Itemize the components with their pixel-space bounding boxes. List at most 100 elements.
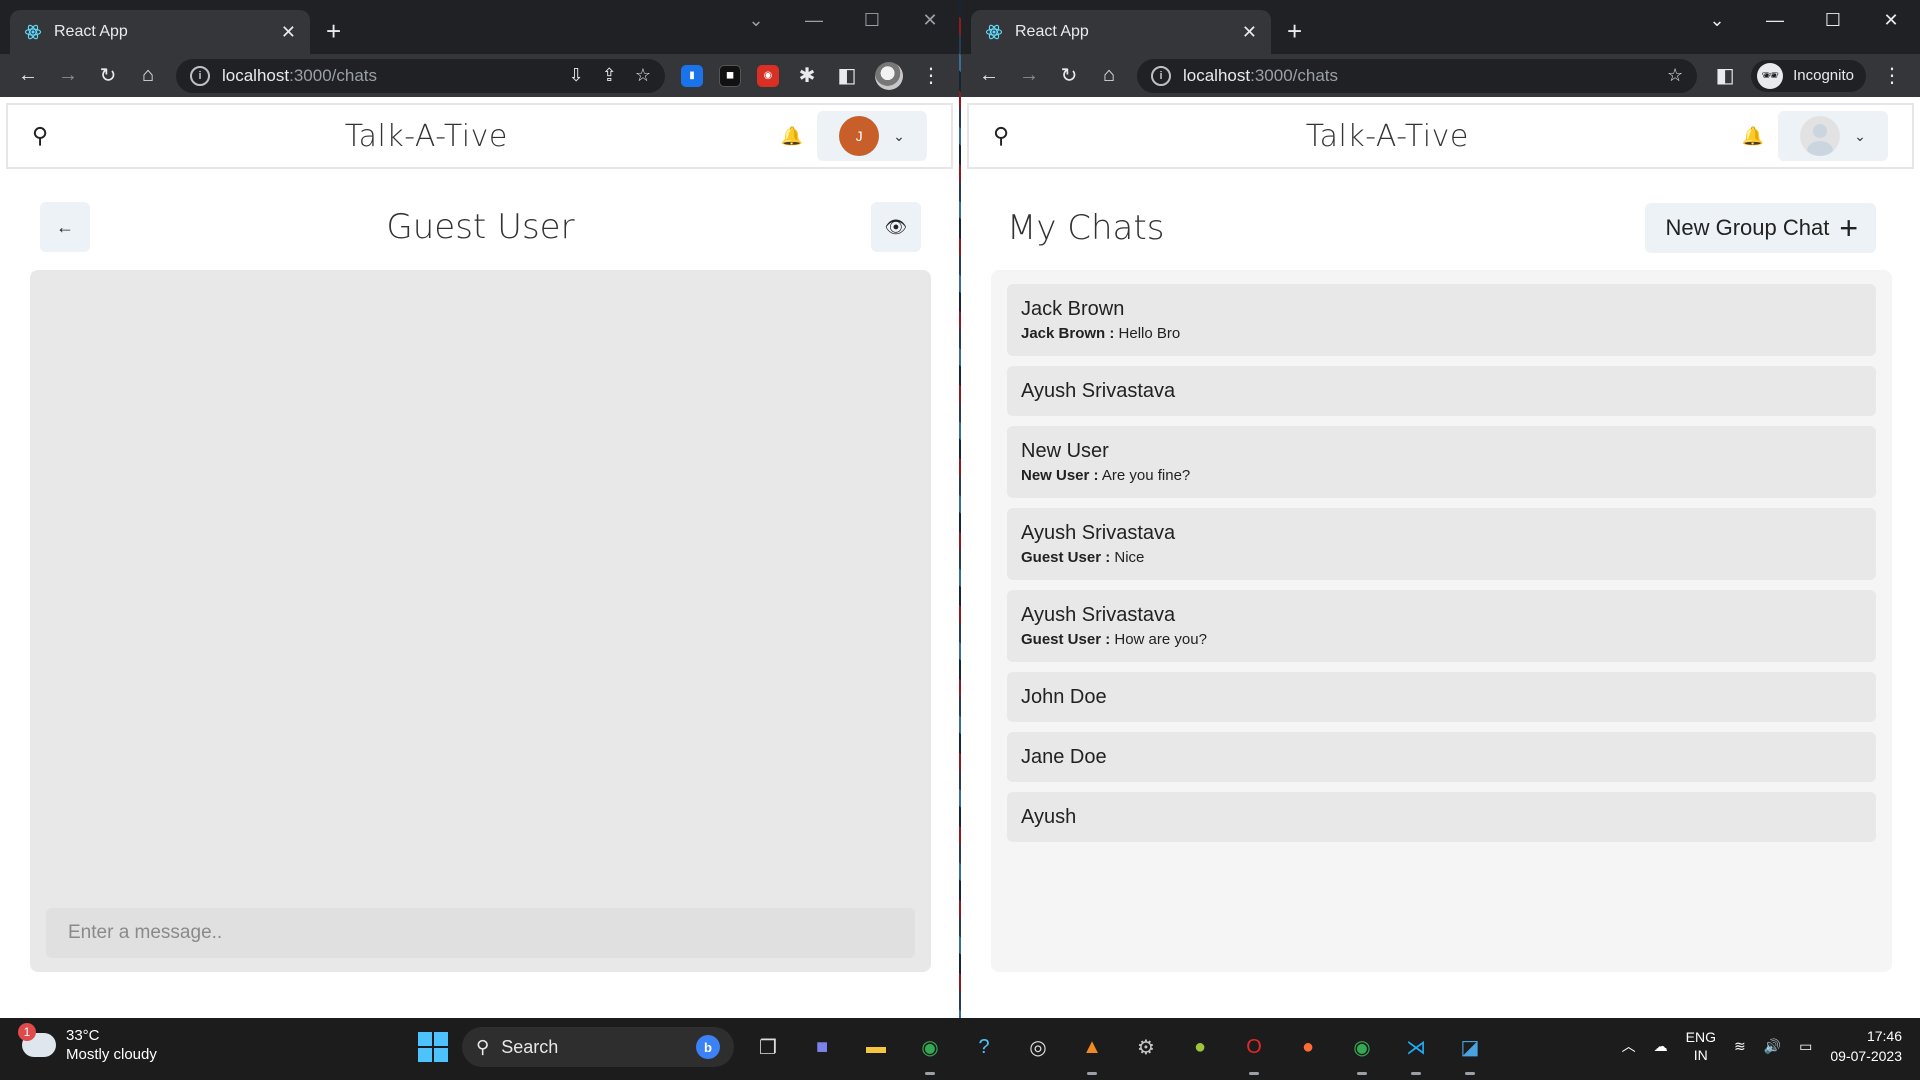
vlc-icon[interactable]: ▲ <box>1072 1027 1112 1075</box>
task-view-icon[interactable]: ❐ <box>748 1027 788 1067</box>
notification-bell-icon[interactable]: 🔔 <box>781 126 803 147</box>
new-tab-icon[interactable]: + <box>1287 18 1302 44</box>
new-group-chat-button[interactable]: New Group Chat + <box>1645 203 1876 253</box>
back-icon[interactable]: ← <box>8 59 48 93</box>
minimize-icon[interactable]: — <box>785 0 843 40</box>
profile-menu-button[interactable]: J ⌄ <box>816 111 927 161</box>
site-info-icon[interactable]: i <box>190 65 210 86</box>
reload-icon[interactable]: ↻ <box>88 59 128 93</box>
browser-window-left: React App ✕ + ⌄ — ☐ ✕ ← → ↻ ⌂ i localhos… <box>0 0 959 1018</box>
teams-icon[interactable]: ■ <box>802 1027 842 1067</box>
browser-tab[interactable]: React App ✕ <box>971 10 1271 54</box>
profile-menu-button[interactable]: ⌄ <box>1777 111 1888 161</box>
chrome-icon[interactable]: ◉ <box>910 1027 950 1075</box>
chat-list-item[interactable]: Ayush Srivastava Guest User : Nice <box>1007 508 1876 580</box>
opera-icon[interactable]: O <box>1234 1027 1274 1075</box>
tab-search-icon[interactable]: ⌄ <box>727 0 785 40</box>
obs-icon[interactable]: ◎ <box>1018 1027 1058 1067</box>
settings-gear-icon[interactable]: ⚙ <box>1126 1027 1166 1067</box>
address-bar[interactable]: i localhost:3000/chats ☆ <box>1137 58 1698 93</box>
chat-list-item[interactable]: Jack Brown Jack Brown : Hello Bro <box>1007 284 1876 356</box>
language-indicator[interactable]: ENG IN <box>1686 1028 1716 1064</box>
home-icon[interactable]: ⌂ <box>128 59 168 93</box>
maximize-icon[interactable]: ☐ <box>843 0 901 40</box>
side-panel-icon[interactable]: ◧ <box>1705 59 1745 93</box>
back-arrow-button[interactable]: ← <box>40 202 90 252</box>
menu-dots-icon[interactable]: ⋮ <box>911 59 951 93</box>
cloud-icon: 1 <box>18 1023 56 1057</box>
chat-list-item[interactable]: Ayush Srivastava Guest User : How are you… <box>1007 590 1876 662</box>
chat-list-item[interactable]: New User New User : Are you fine? <box>1007 426 1876 498</box>
file-explorer-icon[interactable]: ▬ <box>856 1027 896 1067</box>
chat-list-item[interactable]: Jane Doe <box>1007 732 1876 782</box>
chevron-up-icon[interactable]: ︿ <box>1622 1036 1636 1056</box>
new-tab-icon[interactable]: + <box>326 18 341 44</box>
battery-icon[interactable]: ▭ <box>1799 1038 1812 1055</box>
browser-tab[interactable]: React App ✕ <box>10 10 310 54</box>
volume-icon[interactable]: 🔊 <box>1764 1038 1781 1055</box>
weather-widget[interactable]: 1 33°C Mostly cloudy <box>18 1023 157 1064</box>
bookmark-star-icon[interactable]: ☆ <box>1667 65 1683 86</box>
wifi-icon[interactable]: ≋ <box>1734 1038 1746 1055</box>
postman-icon[interactable]: ● <box>1288 1027 1328 1067</box>
incognito-indicator[interactable]: 🕶 Incognito <box>1751 59 1866 92</box>
tab-strip: React App ✕ + ⌄ — ☐ ✕ <box>0 0 959 54</box>
maximize-icon[interactable]: ☐ <box>1804 0 1862 40</box>
windows-start-icon[interactable] <box>418 1032 448 1062</box>
side-panel-icon[interactable]: ◧ <box>827 59 867 93</box>
message-input[interactable] <box>46 908 915 958</box>
windows-taskbar: 1 33°C Mostly cloudy ⚲ Search b ❐ ■ ▬ ◉ … <box>0 1018 1920 1080</box>
page-viewport: ⚲ Talk-A-Tive 🔔 ⌄ My Chats New Group Cha… <box>961 97 1920 1018</box>
forward-icon[interactable]: → <box>48 59 88 93</box>
chrome-incognito-icon[interactable]: ◉ <box>1342 1027 1382 1075</box>
search-icon[interactable]: ⚲ <box>32 123 72 149</box>
incognito-label: Incognito <box>1793 67 1854 84</box>
extension-icon[interactable]: ▮ <box>681 64 703 87</box>
extension-icon[interactable]: ◼ <box>719 64 741 87</box>
address-bar[interactable]: i localhost:3000/chats ⇩ ⇪ ☆ <box>176 58 665 93</box>
site-info-icon[interactable]: i <box>1151 65 1171 86</box>
chat-list-item[interactable]: Ayush <box>1007 792 1876 842</box>
chevron-down-icon: ⌄ <box>893 127 905 144</box>
back-icon[interactable]: ← <box>969 59 1009 93</box>
search-icon[interactable]: ⚲ <box>993 123 1033 149</box>
share-icon[interactable]: ⇪ <box>602 65 617 86</box>
chat-name: New User <box>1021 440 1109 462</box>
close-window-icon[interactable]: ✕ <box>1862 0 1920 40</box>
close-tab-icon[interactable]: ✕ <box>1242 22 1257 43</box>
forward-icon[interactable]: → <box>1009 59 1049 93</box>
menu-dots-icon[interactable]: ⋮ <box>1872 59 1912 93</box>
help-app-icon[interactable]: ? <box>964 1027 1004 1067</box>
url-path: :3000/chats <box>1250 65 1339 85</box>
close-tab-icon[interactable]: ✕ <box>281 22 296 43</box>
chat-list-item[interactable]: Ayush Srivastava <box>1007 366 1876 416</box>
notification-bell-icon[interactable]: 🔔 <box>1742 126 1764 147</box>
bing-icon[interactable]: b <box>696 1035 720 1059</box>
system-tray: ︿ ☁ ENG IN ≋ 🔊 ▭ 17:46 09-07-2023 <box>1622 1026 1902 1066</box>
taskbar-apps: ⚲ Search b ❐ ■ ▬ ◉ ? ◎ ▲ ⚙ ● O ● ◉ ⋊ ◪ <box>418 1027 1490 1075</box>
bookmark-star-icon[interactable]: ☆ <box>635 65 651 86</box>
close-window-icon[interactable]: ✕ <box>901 0 959 40</box>
home-icon[interactable]: ⌂ <box>1089 59 1129 93</box>
url-host: localhost <box>222 65 290 85</box>
chat-list-item[interactable]: John Doe <box>1007 672 1876 722</box>
view-profile-eye-button[interactable]: 👁 <box>870 202 921 252</box>
tab-search-icon[interactable]: ⌄ <box>1688 0 1746 40</box>
region-code: IN <box>1693 1047 1708 1063</box>
reload-icon[interactable]: ↻ <box>1049 59 1089 93</box>
extensions-puzzle-icon[interactable]: ✱ <box>787 59 827 93</box>
app-icon[interactable]: ● <box>1180 1027 1220 1067</box>
user-avatar: J <box>839 116 880 156</box>
minimize-icon[interactable]: — <box>1746 0 1804 40</box>
vscode-icon[interactable]: ⋊ <box>1396 1027 1436 1075</box>
clock[interactable]: 17:46 09-07-2023 <box>1830 1026 1902 1066</box>
weather-temp: 33°C <box>66 1027 100 1044</box>
onedrive-cloud-icon[interactable]: ☁ <box>1654 1038 1668 1055</box>
chevron-down-icon: ⌄ <box>1854 127 1866 144</box>
extension-icon[interactable]: ◉ <box>757 64 779 87</box>
profile-avatar[interactable] <box>875 61 903 90</box>
taskbar-search[interactable]: ⚲ Search b <box>462 1027 734 1067</box>
chat-name: Ayush <box>1021 805 1077 828</box>
paint-icon[interactable]: ◪ <box>1450 1027 1490 1075</box>
install-icon[interactable]: ⇩ <box>569 65 584 86</box>
